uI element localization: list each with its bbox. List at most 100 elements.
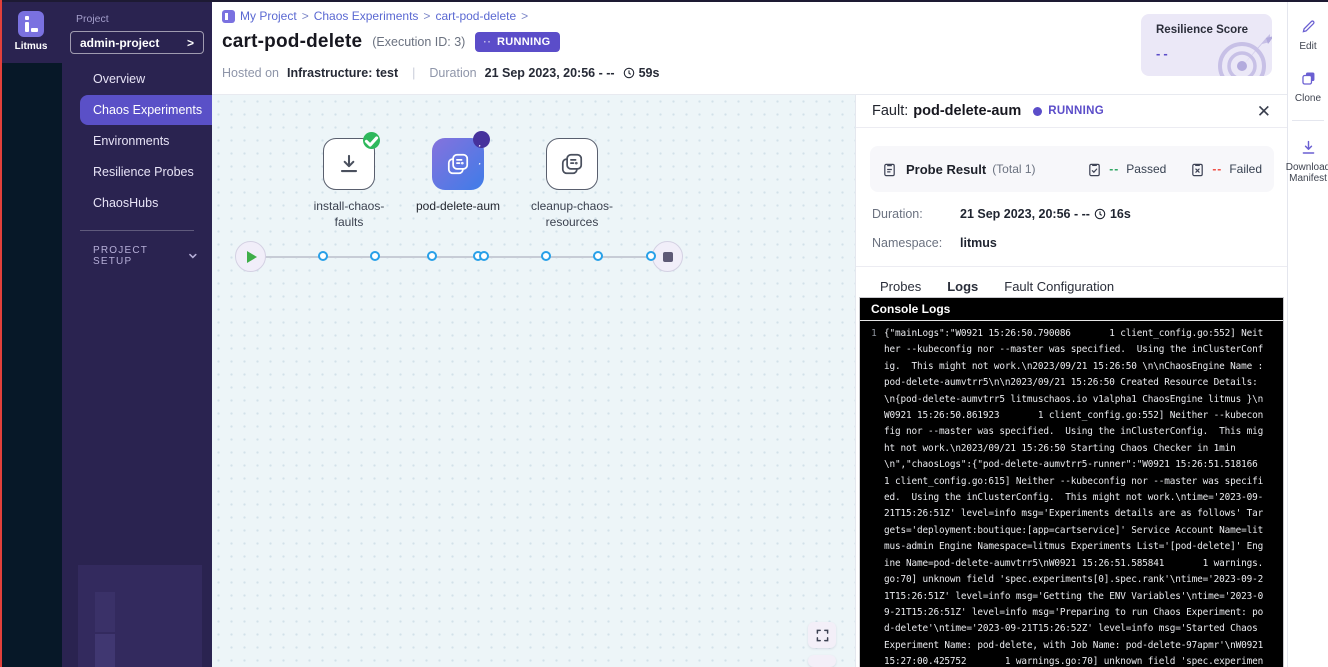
connector-dot[interactable]	[427, 251, 437, 261]
fault-details-panel: Fault: pod-delete-aum RUNNING ✕ Probe Re…	[855, 95, 1287, 667]
execution-id: (Execution ID: 3)	[372, 35, 465, 49]
download-manifest-button[interactable]: DownloadManifest	[1288, 121, 1328, 184]
resilience-score-value: --	[1156, 46, 1171, 61]
status-badge: ·· RUNNING	[475, 32, 560, 52]
litmus-logo[interactable]: Litmus	[0, 0, 62, 63]
breadcrumb-separator: >	[521, 9, 528, 23]
duration-label: Duration	[429, 66, 476, 80]
litmus-logo-icon	[18, 11, 44, 37]
experiment-meta: Hosted on Infrastructure: test | Duratio…	[222, 66, 659, 80]
chaos-fault-icon	[445, 151, 471, 177]
sidebar-item-chaos-experiments[interactable]: Chaos Experiments	[80, 95, 212, 125]
namespace-row: Namespace: litmus	[856, 236, 1287, 250]
probe-total: (Total 1)	[992, 162, 1035, 176]
action-rail: Edit Clone DownloadManifest	[1287, 0, 1328, 667]
download-icon	[336, 151, 362, 177]
running-spinner-icon: ··	[483, 37, 492, 48]
clone-label: Clone	[1295, 93, 1321, 104]
sidebar-divider	[80, 230, 194, 231]
fault-label: Fault:	[872, 103, 908, 119]
start-node[interactable]	[235, 241, 266, 272]
elapsed-value: 59s	[639, 66, 660, 80]
log-line: mus-admin Engine Namespace=litmus Experi…	[864, 539, 1279, 555]
running-dot-icon	[1033, 107, 1042, 116]
connector-dot[interactable]	[541, 251, 551, 261]
litmus-logo-label: Litmus	[15, 41, 48, 52]
failed-label: Failed	[1229, 162, 1262, 176]
sidebar-item-overview[interactable]: Overview	[62, 64, 212, 94]
sidebar-item-environments[interactable]: Environments	[62, 126, 212, 156]
connector-dot[interactable]	[646, 251, 656, 261]
page-header: My Project > Chaos Experiments > cart-po…	[212, 0, 1287, 95]
log-line: 9-21T15:26:51Z' level=info msg='Preparin…	[864, 605, 1279, 621]
stop-icon	[663, 252, 673, 262]
connector-dot[interactable]	[593, 251, 603, 261]
duration-value: 21 Sep 2023, 20:56 - --	[960, 207, 1090, 221]
end-node[interactable]	[652, 241, 683, 272]
pipeline-canvas[interactable]: install-chaos-faults pod-delete-aum clea…	[212, 95, 855, 667]
log-line: 21T15:26:51Z' level=info msg='Experiment…	[864, 506, 1279, 522]
infrastructure-value: Infrastructure: test	[287, 66, 398, 80]
duration-value: 21 Sep 2023, 20:56 - --	[485, 66, 615, 80]
meta-divider: |	[406, 66, 421, 80]
breadcrumb-cart-pod-delete[interactable]: cart-pod-delete	[435, 9, 516, 23]
log-line: Experiment Name: pod-delete, with Job Na…	[864, 638, 1279, 654]
project-setup-toggle[interactable]: PROJECT SETUP	[93, 245, 198, 267]
node-cleanup-chaos-resources[interactable]	[546, 138, 598, 190]
fullscreen-icon	[816, 629, 829, 642]
failed-count: --	[1212, 162, 1222, 176]
connector-dot[interactable]	[479, 251, 489, 261]
edit-button[interactable]: Edit	[1288, 0, 1328, 52]
node-install-chaos-faults[interactable]	[323, 138, 375, 190]
running-badge-icon	[473, 131, 490, 148]
clipboard-check-icon	[1087, 162, 1102, 177]
sidebar-item-resilience-probes[interactable]: Resilience Probes	[62, 157, 212, 187]
sidebar-footer-art	[78, 565, 202, 667]
sidebar-nav: Overview Chaos Experiments Environments …	[62, 64, 212, 218]
node-pod-delete-aum[interactable]	[432, 138, 484, 190]
console-logs-header: Console Logs	[860, 298, 1283, 321]
clone-icon	[1300, 70, 1317, 87]
fault-name: pod-delete-aum	[913, 103, 1021, 119]
namespace-label: Namespace:	[872, 236, 960, 250]
success-badge-icon	[363, 132, 380, 149]
console-logs-panel[interactable]: Console Logs 1{"mainLogs":"W0921 15:26:5…	[859, 297, 1284, 667]
pencil-icon	[1300, 18, 1317, 35]
fault-panel-header: Fault: pod-delete-aum RUNNING ✕	[856, 95, 1287, 128]
probe-summary: -- Passed -- Failed	[1087, 162, 1262, 177]
zoom-button-partial[interactable]	[808, 655, 836, 667]
connector-dot[interactable]	[370, 251, 380, 261]
fault-status: RUNNING	[1048, 105, 1104, 117]
breadcrumb-logo-icon	[222, 10, 235, 23]
log-line: ine Name=pod-delete-aumvtrr5\nW0921 15:2…	[864, 556, 1279, 572]
close-icon[interactable]: ✕	[1257, 103, 1271, 120]
log-line: fig nor --master was specified. Using th…	[864, 424, 1279, 440]
play-icon	[247, 251, 257, 263]
breadcrumb-chaos-experiments[interactable]: Chaos Experiments	[314, 9, 419, 23]
resilience-score-card: Resilience Score --	[1141, 14, 1272, 76]
log-line: ed. Using the inClusterConfig. This migh…	[864, 490, 1279, 506]
clock-icon	[1094, 208, 1106, 220]
probe-result-title: Probe Result	[906, 162, 986, 177]
litmus-app: Litmus Project admin-project > Overview …	[0, 0, 1328, 667]
duration-label: Duration:	[872, 207, 960, 221]
fullscreen-button[interactable]	[808, 622, 836, 648]
breadcrumb-my-project[interactable]: My Project	[240, 9, 297, 23]
passed-count: --	[1109, 162, 1119, 176]
hosted-on-label: Hosted on	[222, 66, 279, 80]
target-illustration	[1204, 26, 1272, 76]
sidebar-item-chaoshubs[interactable]: ChaosHubs	[62, 188, 212, 218]
chevron-down-icon	[188, 251, 198, 261]
chaos-fault-icon	[559, 151, 585, 177]
project-label: Project	[76, 13, 212, 25]
log-line: pod-delete-aumvtrr5\n\n2023/09/21 15:26:…	[864, 375, 1279, 391]
project-selector[interactable]: admin-project >	[70, 31, 204, 54]
log-line: 1T15:26:51Z' level=info msg='Getting the…	[864, 589, 1279, 605]
workflow-edge	[250, 256, 652, 258]
clone-button[interactable]: Clone	[1288, 52, 1328, 104]
download-manifest-label: DownloadManifest	[1286, 162, 1328, 184]
log-line: 1{"mainLogs":"W0921 15:26:50.790086 1 cl…	[864, 326, 1279, 342]
console-log-body: 1{"mainLogs":"W0921 15:26:50.790086 1 cl…	[860, 321, 1283, 667]
download-icon	[1300, 139, 1317, 156]
connector-dot[interactable]	[318, 251, 328, 261]
